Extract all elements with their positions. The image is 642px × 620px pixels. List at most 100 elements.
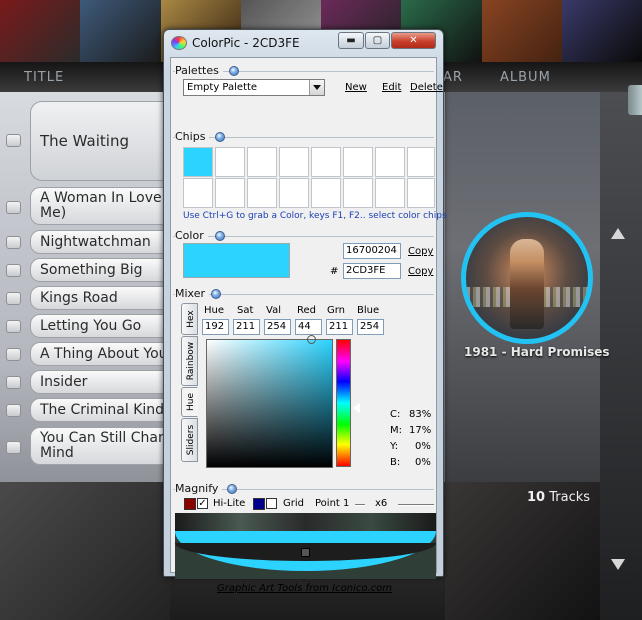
minimize-button[interactable]: ▬ bbox=[338, 32, 364, 49]
delete-palette-button[interactable]: Delete bbox=[410, 82, 443, 93]
new-palette-button[interactable]: New bbox=[345, 82, 367, 93]
magnifier-cursor bbox=[301, 548, 310, 557]
tab-sliders[interactable]: Sliders bbox=[181, 418, 198, 462]
grid-checkbox[interactable] bbox=[266, 498, 277, 509]
hilite-checkbox[interactable]: ✓ bbox=[197, 498, 208, 509]
val-label: Val bbox=[266, 305, 281, 316]
hilite-color-swatch[interactable] bbox=[184, 498, 196, 510]
red-label: Red bbox=[297, 305, 316, 316]
palette-select-value: Empty Palette bbox=[187, 82, 258, 93]
color-chip[interactable] bbox=[375, 147, 405, 177]
track-count: 10 Tracks bbox=[527, 490, 591, 505]
color-chip[interactable] bbox=[311, 147, 341, 177]
magenta-label: M: bbox=[390, 425, 402, 436]
color-chip[interactable] bbox=[183, 147, 213, 177]
copy-decimal-button[interactable]: Copy bbox=[408, 246, 433, 257]
black-value: 0% bbox=[415, 457, 431, 468]
column-album[interactable]: ALBUM bbox=[500, 70, 551, 85]
window-title: ColorPic - 2CD3FE bbox=[192, 36, 300, 50]
sat-field[interactable]: 211 bbox=[233, 319, 260, 335]
hue-field[interactable]: 192 bbox=[202, 319, 229, 335]
color-chip[interactable] bbox=[375, 178, 405, 208]
color-section-title: Color bbox=[175, 229, 208, 242]
pin-icon[interactable] bbox=[211, 289, 221, 299]
cyan-label: C: bbox=[390, 409, 401, 420]
track-checkbox[interactable] bbox=[6, 376, 21, 389]
color-chip[interactable] bbox=[311, 178, 341, 208]
pin-icon[interactable] bbox=[227, 484, 237, 494]
color-picker-marker[interactable] bbox=[307, 335, 316, 344]
color-chip[interactable] bbox=[247, 147, 277, 177]
palette-select[interactable]: Empty Palette bbox=[183, 79, 325, 96]
scroll-up-icon[interactable] bbox=[611, 228, 625, 239]
val-field[interactable]: 254 bbox=[264, 319, 291, 335]
red-field[interactable]: 44 bbox=[295, 319, 322, 335]
section-divider bbox=[173, 137, 434, 138]
track-checkbox[interactable] bbox=[6, 236, 21, 249]
track-checkbox[interactable] bbox=[6, 404, 21, 417]
grid-label: Grid bbox=[283, 498, 304, 509]
point-label: Point 1 bbox=[315, 498, 350, 509]
color-chip[interactable] bbox=[183, 178, 213, 208]
color-chip[interactable] bbox=[407, 147, 435, 177]
track-title: Something Big bbox=[40, 262, 143, 278]
track-title: The Criminal Kind bbox=[40, 402, 165, 418]
track-checkbox[interactable] bbox=[6, 320, 21, 333]
sat-label: Sat bbox=[237, 305, 254, 316]
grid-color-swatch[interactable] bbox=[253, 498, 265, 510]
color-chip[interactable] bbox=[279, 178, 309, 208]
edit-palette-button[interactable]: Edit bbox=[382, 82, 401, 93]
track-checkbox[interactable] bbox=[6, 134, 21, 147]
colorpic-app-icon bbox=[171, 36, 187, 50]
magnify-section-title: Magnify bbox=[175, 482, 223, 495]
title-bar[interactable]: ColorPic - 2CD3FE ▬ ▢ ✕ bbox=[164, 30, 443, 56]
color-chip[interactable] bbox=[215, 178, 245, 208]
column-artist[interactable]: AR bbox=[443, 70, 463, 85]
track-checkbox[interactable] bbox=[6, 441, 21, 454]
color-chip[interactable] bbox=[279, 147, 309, 177]
blue-field[interactable]: 254 bbox=[357, 319, 384, 335]
grn-label: Grn bbox=[327, 305, 346, 316]
color-chip[interactable] bbox=[407, 178, 435, 208]
color-chip[interactable] bbox=[215, 147, 245, 177]
track-title: Nightwatchman bbox=[40, 234, 151, 250]
hash-label: # bbox=[330, 266, 339, 277]
pin-icon[interactable] bbox=[215, 231, 225, 241]
color-chip[interactable] bbox=[343, 178, 373, 208]
color-chip[interactable] bbox=[343, 147, 373, 177]
magenta-value: 17% bbox=[409, 425, 432, 436]
track-title: The Waiting bbox=[40, 132, 129, 150]
chevron-down-icon[interactable] bbox=[309, 80, 324, 95]
close-button[interactable]: ✕ bbox=[391, 32, 436, 49]
zoom-slider[interactable] bbox=[398, 504, 434, 506]
track-checkbox[interactable] bbox=[6, 348, 21, 361]
side-handle[interactable] bbox=[628, 85, 642, 115]
scroll-down-icon[interactable] bbox=[611, 559, 625, 570]
album-cover[interactable] bbox=[461, 212, 593, 344]
hue-slider[interactable] bbox=[336, 339, 351, 467]
grn-field[interactable]: 211 bbox=[326, 319, 353, 335]
pin-icon[interactable] bbox=[229, 66, 239, 76]
hue-slider-handle[interactable] bbox=[353, 403, 360, 413]
track-title: A Thing About You bbox=[40, 346, 168, 362]
copy-hex-button[interactable]: Copy bbox=[408, 266, 433, 277]
decimal-value-field[interactable]: 16700204 bbox=[343, 243, 401, 259]
hex-value-field[interactable]: 2CD3FE bbox=[343, 263, 401, 279]
color-chip[interactable] bbox=[247, 178, 277, 208]
maximize-button[interactable]: ▢ bbox=[365, 32, 390, 49]
chips-hint: Use Ctrl+G to grab a Color, keys F1, F2.… bbox=[183, 211, 447, 221]
magnifier-view bbox=[175, 513, 436, 579]
column-title[interactable]: TITLE bbox=[24, 70, 64, 85]
hilite-label: Hi-Lite bbox=[213, 498, 246, 509]
palettes-section-title: Palettes bbox=[175, 64, 223, 77]
colorpic-window: ColorPic - 2CD3FE ▬ ▢ ✕ Palettes Empty P… bbox=[163, 29, 447, 594]
track-title: Insider bbox=[40, 374, 88, 390]
saturation-value-square[interactable] bbox=[206, 339, 333, 468]
track-checkbox[interactable] bbox=[6, 201, 21, 214]
pin-icon[interactable] bbox=[215, 132, 225, 142]
track-title: Letting You Go bbox=[40, 318, 142, 334]
footer-link[interactable]: Graphic Art Tools from Iconico.com bbox=[173, 583, 436, 599]
track-checkbox[interactable] bbox=[6, 292, 21, 305]
track-checkbox[interactable] bbox=[6, 264, 21, 277]
point-slider[interactable] bbox=[355, 504, 365, 506]
